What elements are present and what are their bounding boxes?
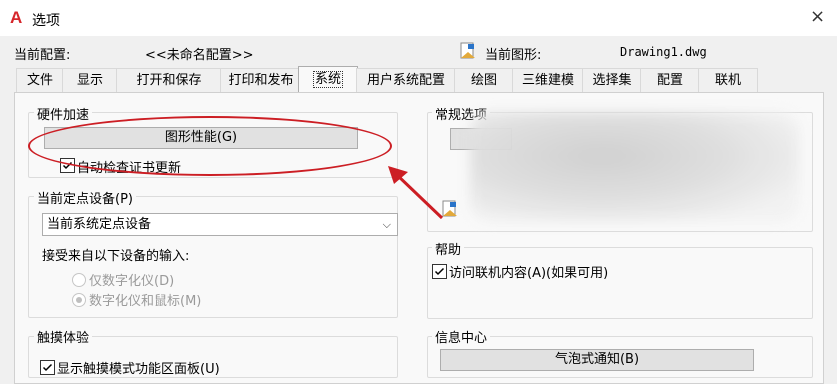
tab-online[interactable]: 联机 (698, 68, 758, 92)
touch-experience-title: 触摸体验 (34, 327, 93, 346)
drawing-file-icon (459, 42, 477, 60)
annotation-arrow (388, 166, 444, 220)
help-title: 帮助 (432, 239, 465, 258)
tab-system[interactable]: 系统 (298, 66, 358, 94)
current-drawing-label: 当前图形: (485, 48, 542, 63)
pointing-device-value: 当前系统定点设备 (47, 217, 152, 232)
digitizer-only-radio[interactable] (72, 273, 86, 287)
title-bar (0, 0, 837, 36)
help-group (427, 247, 813, 319)
access-online-checkbox[interactable] (432, 264, 447, 279)
tab-3d-modeling[interactable]: 三维建模 (512, 68, 584, 92)
autocad-logo-icon: A (10, 8, 23, 27)
tab-files[interactable]: 文件 (16, 68, 64, 92)
current-drawing-value: Drawing1.dwg (620, 45, 707, 59)
digitizer-and-mouse-radio[interactable] (72, 293, 86, 307)
pointing-device-select[interactable]: 当前系统定点设备 ⌵ (42, 213, 398, 236)
window-title: 选项 (32, 13, 60, 29)
access-online-label: 访问联机内容(A)(如果可用) (449, 266, 609, 281)
show-touch-panel-label: 显示触摸模式功能区面板(U) (57, 362, 220, 377)
current-profile-label: 当前配置: (14, 48, 71, 63)
digitizer-only-label: 仅数字化仪(D) (89, 274, 175, 289)
accept-input-label: 接受来自以下设备的输入: (42, 249, 190, 264)
blurred-region (470, 112, 800, 222)
tab-drafting[interactable]: 绘图 (454, 68, 514, 92)
info-center-title: 信息中心 (432, 327, 491, 346)
tab-plot-publish[interactable]: 打印和发布 (220, 68, 302, 92)
tab-display[interactable]: 显示 (62, 68, 118, 92)
balloon-notification-button[interactable]: 气泡式通知(B) (440, 349, 754, 371)
close-icon[interactable]: × (810, 6, 825, 27)
show-touch-panel-checkbox[interactable] (40, 360, 55, 375)
current-profile-value: <<未命名配置>> (145, 48, 254, 63)
tab-user-preferences[interactable]: 用户系统配置 (356, 68, 456, 92)
pointing-device-title: 当前定点设备(P) (34, 188, 136, 207)
tab-profiles[interactable]: 配置 (640, 68, 700, 92)
digitizer-and-mouse-label: 数字化仪和鼠标(M) (89, 294, 202, 309)
tab-open-save[interactable]: 打开和保存 (116, 68, 222, 92)
tab-selection[interactable]: 选择集 (582, 68, 642, 92)
annotation-circle (28, 116, 392, 176)
hardware-acceleration-title: 硬件加速 (34, 104, 93, 123)
